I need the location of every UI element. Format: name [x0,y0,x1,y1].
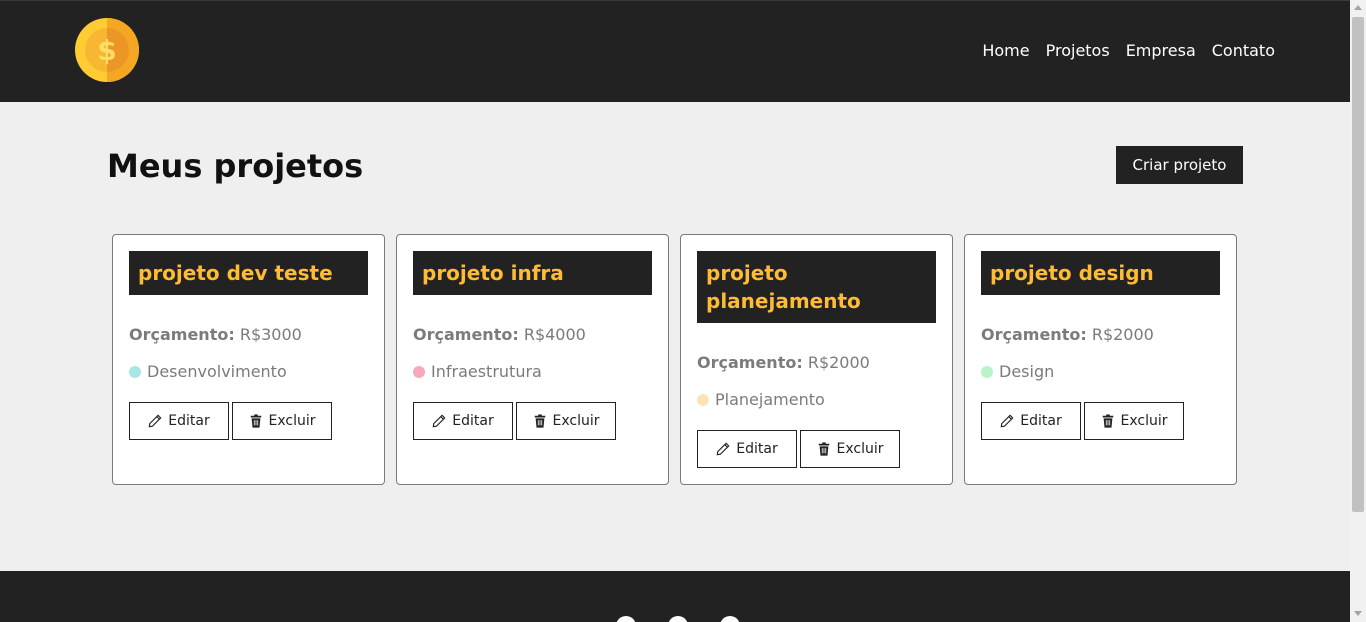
edit-button[interactable]: Editar [697,430,797,468]
delete-button[interactable]: Excluir [800,430,900,468]
page-title: Meus projetos [107,147,364,185]
budget-value: R$3000 [239,325,302,344]
main-nav: Home Projetos Empresa Contato [982,41,1275,60]
category-dot-icon [129,365,141,378]
pencil-icon [432,414,446,428]
category-label: Design [999,362,1055,381]
project-budget: Orçamento: R$2000 [697,353,870,372]
project-category: Desenvolvimento [129,362,287,381]
nav-link-projetos[interactable]: Projetos [1046,41,1110,60]
edit-button[interactable]: Editar [981,402,1081,440]
project-name: projeto planejamento [697,251,936,323]
project-name: projeto infra [413,251,652,295]
facebook-icon[interactable] [616,616,636,622]
navbar: $ Home Projetos Empresa Contato [0,0,1350,102]
project-budget: Orçamento: R$3000 [129,325,302,344]
trash-icon [250,414,261,428]
budget-label: Orçamento: [981,325,1087,344]
nav-link-home[interactable]: Home [982,41,1029,60]
delete-label: Excluir [1120,413,1168,429]
category-label: Desenvolvimento [147,362,287,381]
budget-value: R$2000 [807,353,870,372]
trash-icon [534,414,545,428]
trash-icon [1102,414,1113,428]
delete-label: Excluir [552,413,600,429]
vertical-scrollbar[interactable] [1350,0,1366,622]
delete-button[interactable]: Excluir [1084,402,1184,440]
category-dot-icon [981,365,993,378]
social-links [616,616,740,622]
budget-value: R$2000 [1091,325,1154,344]
budget-label: Orçamento: [697,353,803,372]
project-card: projeto infra Orçamento: R$4000 Infraest… [396,234,669,485]
card-actions: Editar Excluir [981,402,1184,440]
create-project-button[interactable]: Criar projeto [1116,146,1243,184]
scroll-up-icon[interactable] [1354,5,1362,10]
budget-label: Orçamento: [413,325,519,344]
category-label: Infraestrutura [431,362,542,381]
delete-button[interactable]: Excluir [232,402,332,440]
delete-button[interactable]: Excluir [516,402,616,440]
dollar-coin-icon[interactable]: $ [75,18,139,82]
nav-link-contato[interactable]: Contato [1212,41,1275,60]
project-name: projeto dev teste [129,251,368,295]
footer [0,571,1350,622]
category-dot-icon [697,393,709,406]
project-name: projeto design [981,251,1220,295]
edit-button[interactable]: Editar [413,402,513,440]
project-category: Infraestrutura [413,362,542,381]
instagram-icon[interactable] [668,616,688,622]
scroll-thumb[interactable] [1352,17,1364,512]
category-dot-icon [413,365,425,378]
linkedin-icon[interactable] [720,616,740,622]
budget-label: Orçamento: [129,325,235,344]
pencil-icon [716,442,730,456]
projects-page: Meus projetos Criar projeto projeto dev … [0,102,1350,571]
pencil-icon [148,414,162,428]
edit-button[interactable]: Editar [129,402,229,440]
edit-label: Editar [452,413,494,429]
edit-label: Editar [168,413,210,429]
edit-label: Editar [1020,413,1062,429]
delete-label: Excluir [836,441,884,457]
project-budget: Orçamento: R$4000 [413,325,586,344]
project-card: projeto design Orçamento: R$2000 Design … [964,234,1237,485]
card-actions: Editar Excluir [413,402,616,440]
delete-label: Excluir [268,413,316,429]
project-card: projeto dev teste Orçamento: R$3000 Dese… [112,234,385,485]
project-category: Planejamento [697,390,825,409]
card-actions: Editar Excluir [697,430,900,468]
project-category: Design [981,362,1054,381]
category-label: Planejamento [715,390,825,409]
trash-icon [818,442,829,456]
budget-value: R$4000 [523,325,586,344]
project-card: projeto planejamento Orçamento: R$2000 P… [680,234,953,485]
card-actions: Editar Excluir [129,402,332,440]
scroll-down-icon[interactable] [1354,611,1362,616]
nav-link-empresa[interactable]: Empresa [1126,41,1196,60]
svg-text:$: $ [97,34,116,67]
project-budget: Orçamento: R$2000 [981,325,1154,344]
pencil-icon [1000,414,1014,428]
edit-label: Editar [736,441,778,457]
